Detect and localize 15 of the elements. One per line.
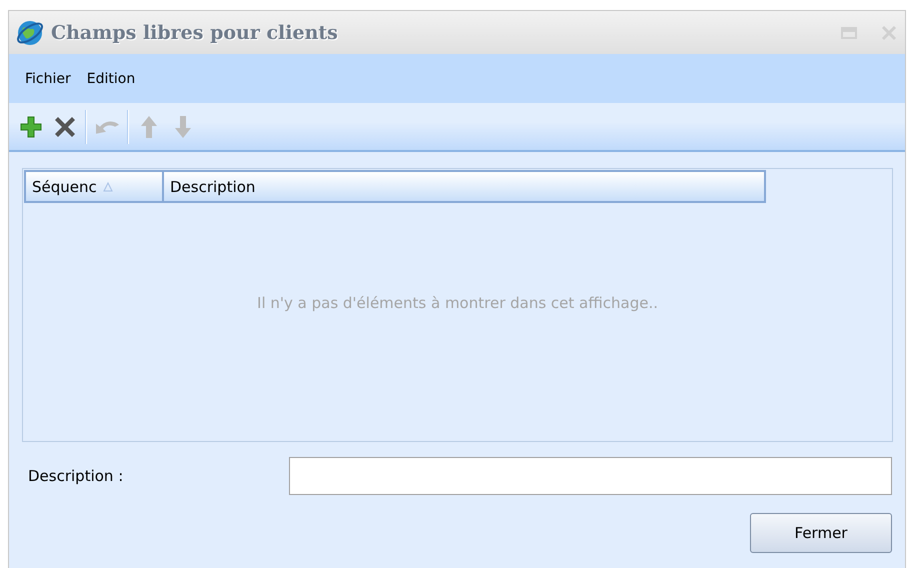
undo-icon [96,119,118,134]
close-button[interactable]: Fermer [750,513,892,553]
minimize-icon[interactable] [841,26,857,38]
down-arrow-icon [174,114,192,138]
menu-item[interactable]: Fichier [19,68,77,88]
description-field[interactable] [289,457,892,495]
plus-icon [19,114,43,138]
empty-message: Il n'y a pas d'éléments à montrer dans cet affichage.. [257,294,658,312]
close-icon[interactable] [881,24,897,40]
up-arrow-icon [140,114,158,138]
menu-item[interactable]: Edition [80,68,142,88]
window-title: Champs libres pour clients [51,22,339,44]
column-header[interactable]: Séquenc [24,170,164,203]
field-label: Description : [27,467,124,485]
column-header[interactable]: Description [164,170,766,203]
